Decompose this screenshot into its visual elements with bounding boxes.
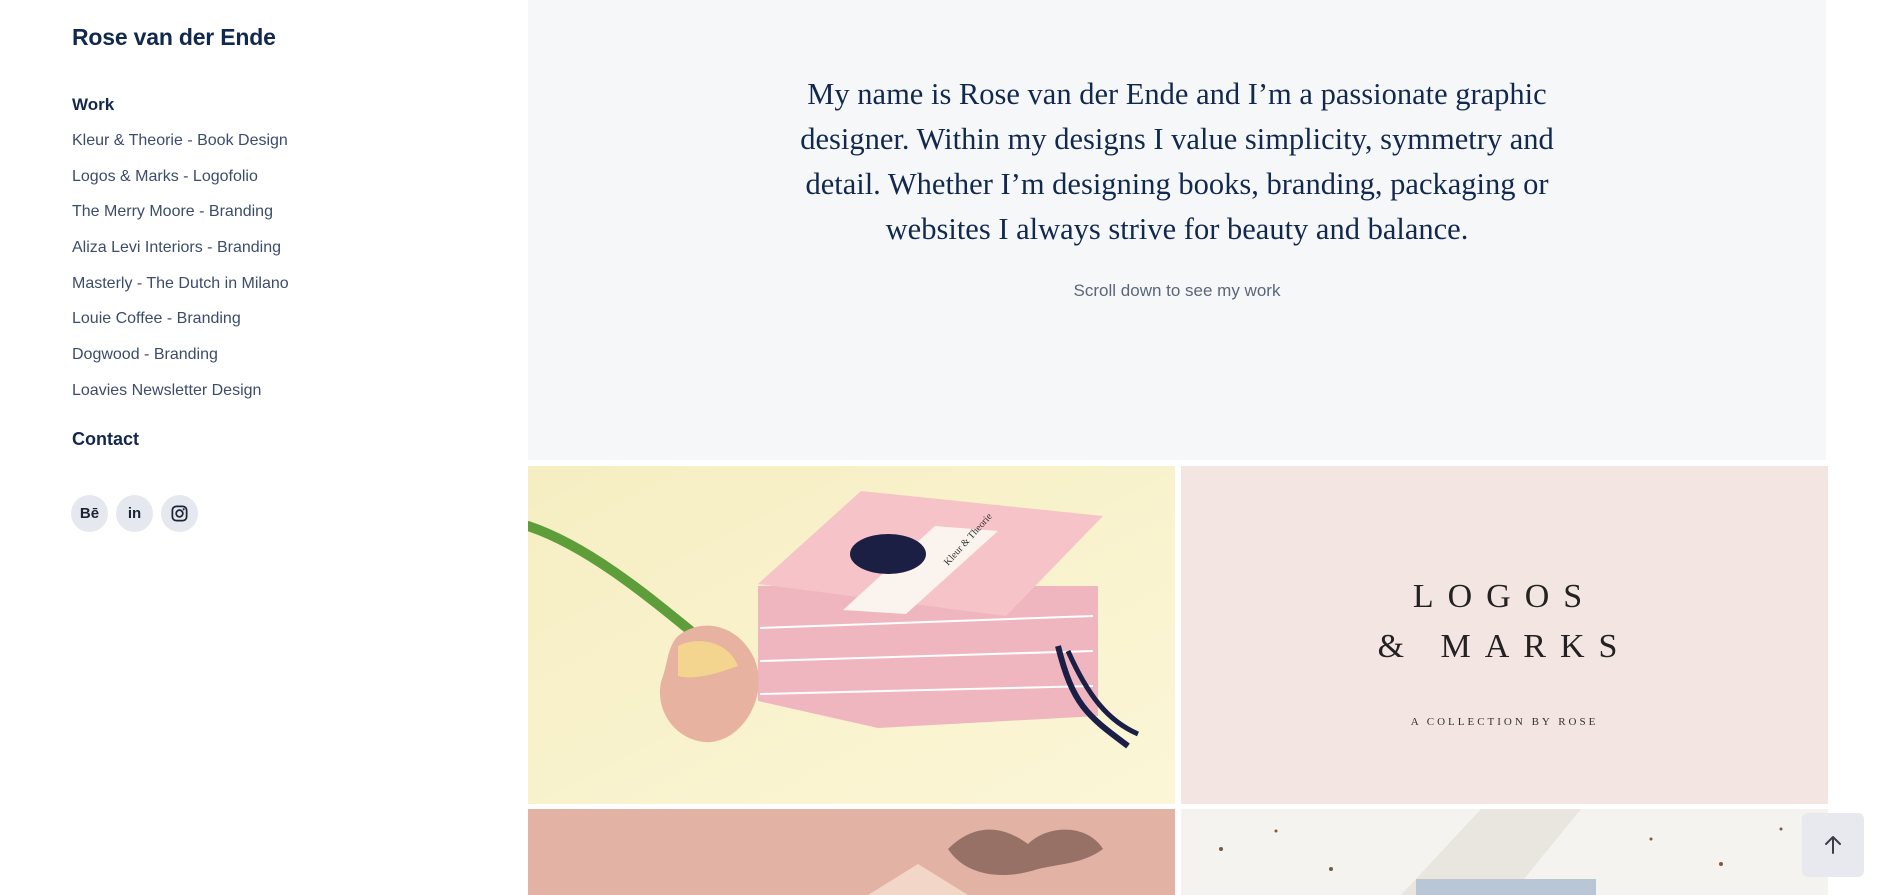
nav-item-loavies[interactable]: Loavies Newsletter Design [72,380,289,416]
nav-item-masterly[interactable]: Masterly - The Dutch in Milano [72,273,289,309]
logos-caption: A COLLECTION BY ROSE [1410,716,1599,728]
nav-item-merry-moore[interactable]: The Merry Moore - Branding [72,201,289,237]
behance-link[interactable]: Bē [71,495,108,532]
project-tile-kleur-theorie[interactable]: Kleur & Theorie [528,466,1175,804]
linkedin-link[interactable]: in [116,495,153,532]
book-stack-side [758,586,1098,728]
intro-section: My name is Rose van der Ende and I’m a p… [528,0,1826,460]
instagram-icon [171,505,188,522]
intro-text: My name is Rose van der Ende and I’m a p… [800,77,1554,246]
scroll-hint: Scroll down to see my work [1073,281,1281,300]
nav-heading-work[interactable]: Work [72,95,114,115]
project-tile-logos-marks[interactable]: LOGOS & MARKS A COLLECTION BY ROSE [1181,466,1828,804]
work-nav-list: Kleur & Theorie - Book Design Logos & Ma… [72,130,289,416]
logos-title-line2: & MARKS [1377,628,1632,665]
nav-item-louie-coffee[interactable]: Louie Coffee - Branding [72,308,289,344]
nav-item-logos-marks[interactable]: Logos & Marks - Logofolio [72,166,289,202]
project-tile-4[interactable] [1181,809,1828,895]
project-photo-3 [528,809,1175,895]
nav-item-dogwood[interactable]: Dogwood - Branding [72,344,289,380]
behance-icon: Bē [79,505,100,522]
site-title[interactable]: Rose van der Ende [72,24,276,51]
back-to-top-button[interactable] [1802,813,1864,877]
nav-heading-contact[interactable]: Contact [72,429,139,450]
project-photo-4 [1181,809,1828,895]
nav-item-kleur-theorie[interactable]: Kleur & Theorie - Book Design [72,130,289,166]
linkedin-icon: in [127,505,142,522]
book-photo: Kleur & Theorie [528,466,1175,804]
instagram-link[interactable] [161,495,198,532]
book-cover-dot [850,534,926,574]
arrow-up-icon [1825,836,1841,854]
social-links: Bē in [71,495,198,532]
nav-item-aliza-levi[interactable]: Aliza Levi Interiors - Branding [72,237,289,273]
project-tile-3[interactable] [528,809,1175,895]
sidebar: Rose van der Ende Work Kleur & Theorie -… [0,0,528,895]
logos-title-line1: LOGOS [1412,578,1597,615]
